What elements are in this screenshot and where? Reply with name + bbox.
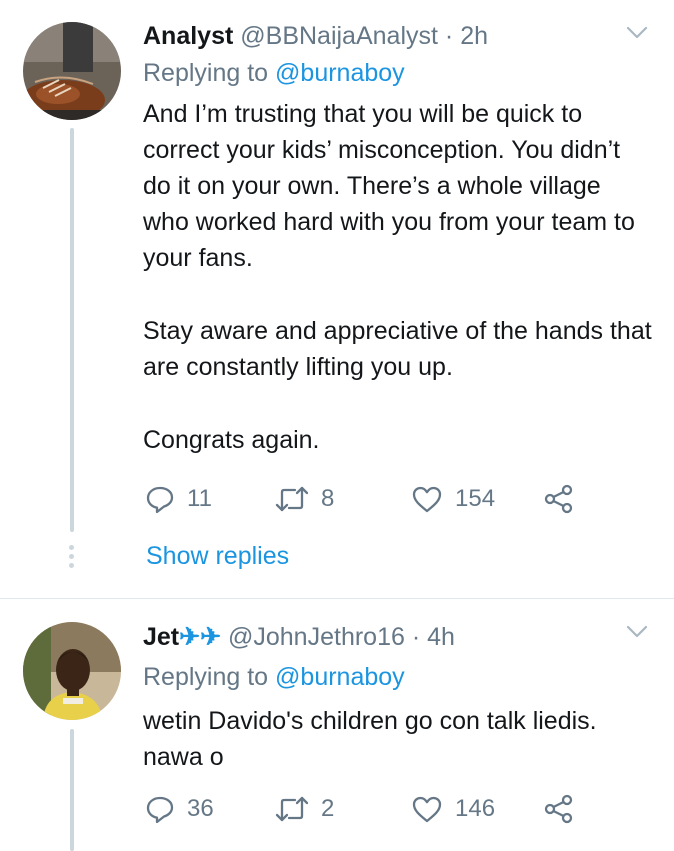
tweet[interactable]: Jet✈✈ @JohnJethro16 · 4h Replying to @bu… bbox=[0, 599, 674, 851]
tweet-paragraph: And I’m trusting that you will be quick … bbox=[143, 100, 635, 272]
tweet-header: Analyst @BBNaijaAnalyst · 2h bbox=[143, 20, 488, 52]
tweet-paragraph: Congrats again. bbox=[143, 426, 320, 454]
tweet-actions: 11 8 154 bbox=[143, 482, 643, 516]
reply-button[interactable]: 11 bbox=[145, 482, 212, 516]
like-button[interactable]: 146 bbox=[411, 792, 495, 826]
retweet-button[interactable]: 2 bbox=[275, 792, 334, 826]
tweet-text: And I’m trusting that you will be quick … bbox=[143, 96, 653, 495]
user-handle[interactable]: @BBNaijaAnalyst bbox=[240, 22, 438, 50]
timestamp[interactable]: 2h bbox=[460, 22, 488, 50]
retweet-icon bbox=[275, 796, 309, 822]
show-replies-link[interactable]: Show replies bbox=[146, 540, 289, 572]
avatar[interactable] bbox=[23, 622, 121, 720]
reply-count: 36 bbox=[187, 795, 214, 822]
share-icon bbox=[544, 484, 573, 514]
chevron-down-icon[interactable] bbox=[626, 625, 648, 639]
replying-to-label: Replying to bbox=[143, 59, 269, 87]
tweet-actions: 36 2 146 bbox=[143, 792, 643, 826]
replying-to-label: Replying to bbox=[143, 663, 269, 691]
tweet-header: Jet✈✈ @JohnJethro16 · 4h bbox=[143, 621, 455, 653]
mention-link[interactable]: @burnaboy bbox=[275, 663, 405, 691]
replying-to: Replying to @burnaboy bbox=[143, 661, 405, 693]
reply-icon bbox=[146, 796, 174, 824]
tweet[interactable]: Analyst @BBNaijaAnalyst · 2h Replying to… bbox=[0, 0, 674, 598]
reply-icon bbox=[146, 486, 174, 514]
tweet-paragraph: wetin Davido's children go con talk lied… bbox=[143, 707, 597, 771]
share-button[interactable] bbox=[543, 792, 575, 826]
share-button[interactable] bbox=[543, 482, 575, 516]
retweet-button[interactable]: 8 bbox=[275, 482, 334, 516]
mention-link[interactable]: @burnaboy bbox=[275, 59, 405, 87]
reply-count: 11 bbox=[187, 485, 212, 512]
tweet-paragraph: Stay aware and appreciative of the hands… bbox=[143, 317, 652, 381]
separator: · bbox=[444, 22, 454, 50]
chevron-down-icon[interactable] bbox=[626, 26, 648, 40]
retweet-icon bbox=[275, 486, 309, 512]
like-icon bbox=[412, 486, 442, 513]
thread-line bbox=[70, 128, 74, 532]
retweet-count: 2 bbox=[321, 795, 335, 822]
replying-to: Replying to @burnaboy bbox=[143, 57, 405, 89]
reply-button[interactable]: 36 bbox=[145, 792, 214, 826]
avatar[interactable] bbox=[23, 22, 121, 120]
thread-line bbox=[70, 729, 74, 851]
separator: · bbox=[411, 623, 421, 651]
like-count: 146 bbox=[455, 795, 496, 822]
user-handle[interactable]: @JohnJethro16 bbox=[228, 623, 405, 651]
like-count: 154 bbox=[455, 485, 496, 512]
share-icon bbox=[544, 794, 573, 824]
retweet-count: 8 bbox=[321, 485, 335, 512]
like-button[interactable]: 154 bbox=[411, 482, 495, 516]
display-name[interactable]: Jet bbox=[143, 623, 179, 651]
like-icon bbox=[412, 796, 442, 823]
thread-dots bbox=[69, 545, 75, 572]
airplane-emoji: ✈✈ bbox=[179, 623, 222, 651]
display-name[interactable]: Analyst bbox=[143, 22, 233, 50]
timestamp[interactable]: 4h bbox=[427, 623, 455, 651]
